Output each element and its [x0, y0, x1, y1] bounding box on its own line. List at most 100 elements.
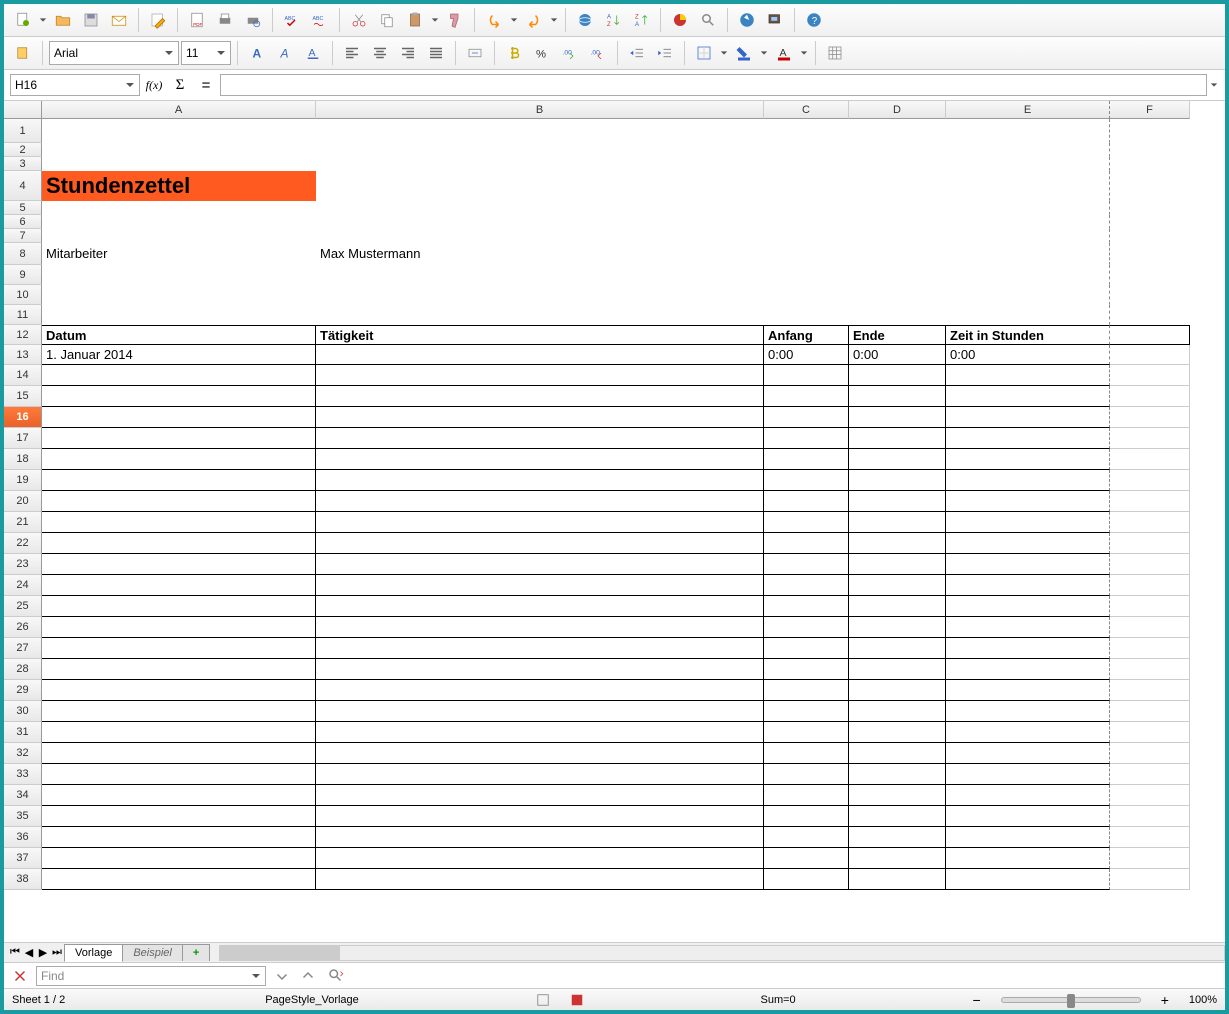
cell-D29[interactable] [849, 680, 946, 701]
cell-F31[interactable] [1110, 722, 1190, 743]
cell-E33[interactable] [946, 764, 1110, 785]
cell-F9[interactable] [1110, 265, 1190, 285]
cell-F8[interactable] [1110, 243, 1190, 265]
horizontal-scrollbar[interactable] [219, 945, 1225, 961]
cell-B19[interactable] [316, 470, 764, 491]
find-replace-toggle[interactable] [324, 966, 348, 986]
cell-B7[interactable] [316, 229, 764, 243]
cell-C14[interactable] [764, 365, 849, 386]
increase-indent-button[interactable] [652, 40, 678, 66]
cell-D7[interactable] [849, 229, 946, 243]
row-header-34[interactable]: 34 [4, 785, 42, 806]
cell-B37[interactable] [316, 848, 764, 869]
cell-F12[interactable] [1110, 325, 1190, 345]
cell-F35[interactable] [1110, 806, 1190, 827]
cell-E7[interactable] [946, 229, 1110, 243]
col-header-D[interactable]: D [849, 101, 946, 119]
sum-button[interactable]: Σ [168, 74, 192, 96]
cell-A26[interactable] [42, 617, 316, 638]
cell-F10[interactable] [1110, 285, 1190, 305]
align-left-button[interactable] [339, 40, 365, 66]
cell-B12[interactable]: Tätigkeit [316, 325, 764, 345]
cut-button[interactable] [346, 7, 372, 33]
col-header-F[interactable]: F [1110, 101, 1190, 119]
cell-B11[interactable] [316, 305, 764, 325]
cell-D23[interactable] [849, 554, 946, 575]
row-header-22[interactable]: 22 [4, 533, 42, 554]
cell-A36[interactable] [42, 827, 316, 848]
paste-button[interactable] [402, 7, 428, 33]
cell-F32[interactable] [1110, 743, 1190, 764]
font-color-button[interactable]: A [771, 40, 797, 66]
row-header-29[interactable]: 29 [4, 680, 42, 701]
undo-button[interactable] [481, 7, 507, 33]
row-header-15[interactable]: 15 [4, 386, 42, 407]
find-next-button[interactable] [272, 966, 292, 986]
cell-D36[interactable] [849, 827, 946, 848]
close-find-button[interactable] [10, 966, 30, 986]
auto-spellcheck-button[interactable]: ABC [307, 7, 333, 33]
row-header-37[interactable]: 37 [4, 848, 42, 869]
cell-B33[interactable] [316, 764, 764, 785]
cell-F5[interactable] [1110, 201, 1190, 215]
cell-A18[interactable] [42, 449, 316, 470]
cell-A34[interactable] [42, 785, 316, 806]
cell-F18[interactable] [1110, 449, 1190, 470]
cell-D16[interactable] [849, 407, 946, 428]
font-color-dropdown[interactable] [799, 40, 809, 66]
row-header-18[interactable]: 18 [4, 449, 42, 470]
cell-A9[interactable] [42, 265, 316, 285]
row-header-35[interactable]: 35 [4, 806, 42, 827]
new-doc-button[interactable] [10, 7, 36, 33]
cell-B16[interactable] [316, 407, 764, 428]
cell-D1[interactable] [849, 119, 946, 143]
copy-button[interactable] [374, 7, 400, 33]
cell-A15[interactable] [42, 386, 316, 407]
cell-E19[interactable] [946, 470, 1110, 491]
cell-A1[interactable] [42, 119, 316, 143]
cell-B4[interactable] [316, 171, 764, 201]
underline-button[interactable]: A [300, 40, 326, 66]
open-button[interactable] [50, 7, 76, 33]
row-header-6[interactable]: 6 [4, 215, 42, 229]
cell-C22[interactable] [764, 533, 849, 554]
align-center-button[interactable] [367, 40, 393, 66]
cell-A22[interactable] [42, 533, 316, 554]
cell-C15[interactable] [764, 386, 849, 407]
row-header-27[interactable]: 27 [4, 638, 42, 659]
paste-dropdown[interactable] [430, 7, 440, 33]
cell-B21[interactable] [316, 512, 764, 533]
help-button[interactable]: ? [801, 7, 827, 33]
cell-D5[interactable] [849, 201, 946, 215]
cell-reference-box[interactable]: H16 [10, 74, 140, 96]
cell-F1[interactable] [1110, 119, 1190, 143]
row-header-4[interactable]: 4 [4, 171, 42, 201]
cell-B28[interactable] [316, 659, 764, 680]
cell-E37[interactable] [946, 848, 1110, 869]
cell-D18[interactable] [849, 449, 946, 470]
cell-C31[interactable] [764, 722, 849, 743]
bg-color-dropdown[interactable] [759, 40, 769, 66]
cell-D22[interactable] [849, 533, 946, 554]
cell-E21[interactable] [946, 512, 1110, 533]
row-header-23[interactable]: 23 [4, 554, 42, 575]
cell-E8[interactable] [946, 243, 1110, 265]
borders-dropdown[interactable] [719, 40, 729, 66]
cell-F7[interactable] [1110, 229, 1190, 243]
col-header-B[interactable]: B [316, 101, 764, 119]
cell-F34[interactable] [1110, 785, 1190, 806]
new-doc-dropdown[interactable] [38, 7, 48, 33]
row-header-26[interactable]: 26 [4, 617, 42, 638]
tab-last[interactable]: ⏭ [50, 945, 64, 961]
cell-D4[interactable] [849, 171, 946, 201]
cell-F24[interactable] [1110, 575, 1190, 596]
cell-B24[interactable] [316, 575, 764, 596]
sort-asc-button[interactable]: AZ [600, 7, 626, 33]
cell-F25[interactable] [1110, 596, 1190, 617]
cell-A20[interactable] [42, 491, 316, 512]
tab-prev[interactable]: ◀ [22, 945, 36, 961]
merge-cells-button[interactable] [462, 40, 488, 66]
cell-B36[interactable] [316, 827, 764, 848]
cell-E12[interactable]: Zeit in Stunden [946, 325, 1110, 345]
cell-C8[interactable] [764, 243, 849, 265]
